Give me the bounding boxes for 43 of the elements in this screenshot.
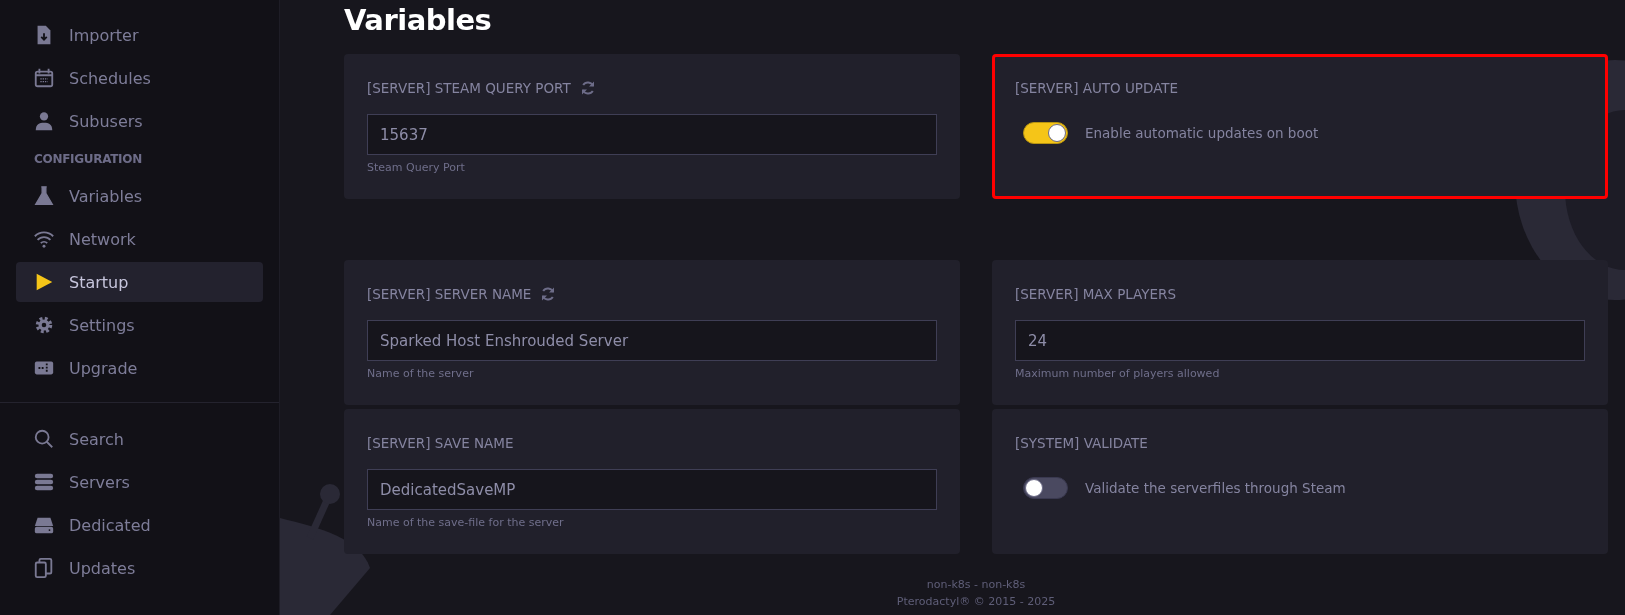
sidebar-item[interactable]: Updates (16, 548, 263, 588)
footer-text: non-k8s - non-k8s (926, 577, 1026, 593)
flask-icon (33, 185, 55, 207)
field-description: Name of the server (367, 367, 475, 380)
toggle-switch[interactable] (1023, 122, 1068, 144)
text-input[interactable]: 24 (1015, 320, 1585, 361)
field-description: Steam Query Port (367, 161, 466, 174)
variable-label: [SERVER] SAVE NAME (367, 435, 514, 451)
text-input[interactable]: DedicatedSaveMP (367, 469, 937, 510)
toggle-label: Enable automatic updates on boot (1085, 125, 1319, 141)
page-title: Variables (344, 2, 493, 38)
sidebar-item[interactable]: Importer (16, 15, 263, 55)
variable-label: [SERVER] SERVER NAME (367, 286, 532, 302)
text-input[interactable]: 15637 (367, 114, 937, 155)
server-stack-icon (33, 471, 55, 493)
sidebar-item[interactable]: Servers (16, 462, 263, 502)
sidebar-item[interactable]: Network (16, 219, 263, 259)
sidebar-item[interactable]: Upgrade (16, 348, 263, 388)
clipboard-icon (33, 557, 55, 579)
sidebar-item[interactable]: Settings (16, 305, 263, 345)
variable-label: [SYSTEM] VALIDATE (1015, 435, 1148, 451)
variable-label: [SERVER] STEAM QUERY PORT (367, 80, 571, 96)
section-heading: CONFIGURATION (33, 151, 143, 168)
field-description: Name of the save-file for the server (367, 516, 565, 529)
text-input[interactable]: Sparked Host Enshrouded Server (367, 320, 937, 361)
sidebar-item[interactable]: Dedicated (16, 505, 263, 545)
search-icon (33, 428, 55, 450)
sidebar-item[interactable]: Schedules (16, 58, 263, 98)
toggle-label: Validate the serverfiles through Steam (1085, 480, 1346, 496)
sidebar-item[interactable]: Subusers (16, 101, 263, 141)
variable-label: [SERVER] MAX PLAYERS (1015, 286, 1177, 302)
refresh-icon[interactable] (579, 80, 596, 96)
refresh-icon[interactable] (540, 286, 557, 302)
sidebar-item[interactable]: Search (16, 419, 263, 459)
gear-icon (33, 314, 55, 336)
calendar-icon (33, 67, 55, 89)
variable-label: [SERVER] AUTO UPDATE (1015, 80, 1179, 96)
sidebar-item[interactable]: Variables (16, 176, 263, 216)
sidebar-item[interactable]: Startup (16, 262, 263, 302)
field-description: Maximum number of players allowed (1015, 367, 1221, 380)
user-icon (33, 110, 55, 132)
toggle-switch[interactable] (1023, 477, 1068, 499)
footer-text: Pterodactyl® © 2015 - 2025 (896, 594, 1056, 610)
